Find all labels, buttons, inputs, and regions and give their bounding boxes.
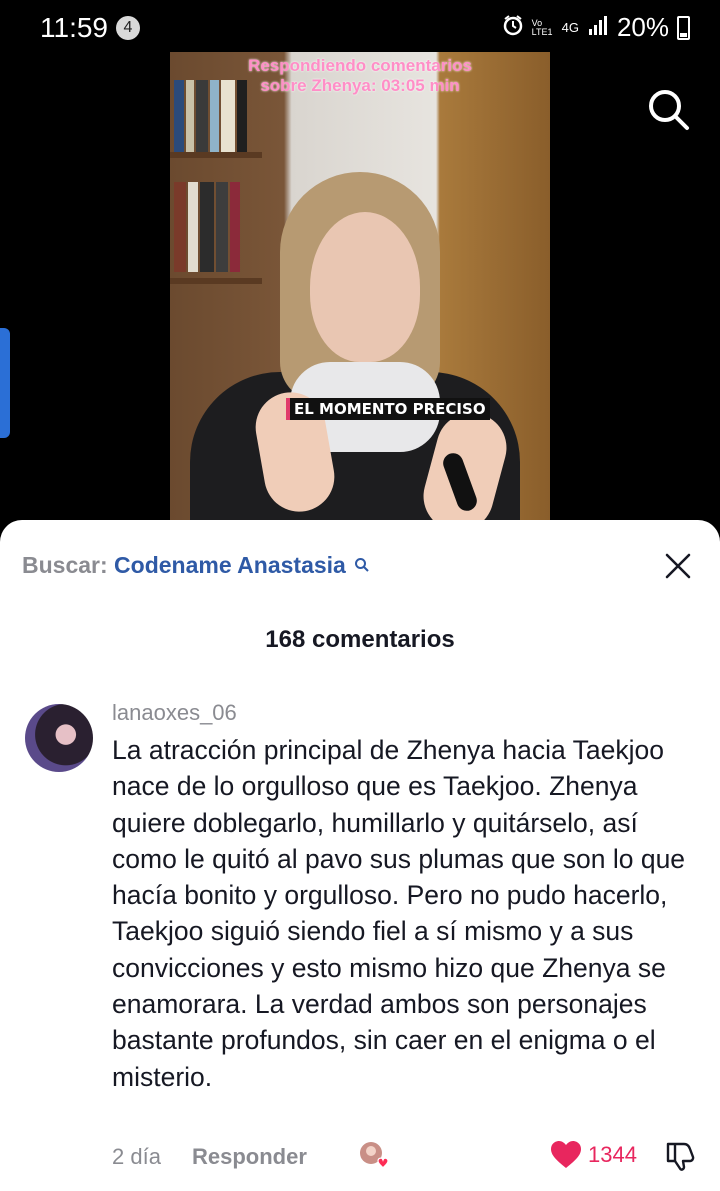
status-icons: Vo LTE1 4G 20% xyxy=(502,12,690,43)
avatar[interactable] xyxy=(25,704,93,772)
search-suggestion[interactable]: Buscar: Codename Anastasia xyxy=(22,552,370,579)
comment-meta: 2 día Responder 1344 xyxy=(112,1140,702,1176)
like-count: 1344 xyxy=(588,1142,637,1167)
status-bar: 11:59 4 Vo LTE1 4G 20% xyxy=(0,0,720,56)
dislike-button[interactable] xyxy=(664,1140,696,1177)
comment-text: La atracción principal de Zhenya hacia T… xyxy=(112,735,686,1092)
video-overlay-label: EL MOMENTO PRECISO xyxy=(286,398,490,420)
close-icon xyxy=(665,553,691,579)
dislike-icon xyxy=(666,1142,695,1171)
like-button[interactable]: 1344 xyxy=(550,1140,637,1170)
search-prefix: Buscar: xyxy=(22,552,108,578)
comment-date: 2 día xyxy=(112,1144,161,1169)
person xyxy=(190,172,520,522)
network-type-icon: 4G xyxy=(561,20,579,35)
video-player[interactable]: Respondiendo comentarios sobre Zhenya: 0… xyxy=(170,52,550,522)
status-time: 11:59 xyxy=(40,12,108,43)
volte-icon: Vo LTE1 xyxy=(531,17,553,37)
comment-username[interactable]: lanaoxes_06 xyxy=(112,700,237,726)
reply-button[interactable]: Responder xyxy=(192,1144,307,1170)
comment-count: 168 comentarios xyxy=(265,626,455,653)
notification-badge: 4 xyxy=(116,16,140,40)
close-button[interactable] xyxy=(664,552,692,580)
search-icon xyxy=(649,90,689,130)
creator-liked-icon xyxy=(358,1140,390,1172)
search-term-link[interactable]: Codename Anastasia xyxy=(114,552,346,578)
signal-icon xyxy=(587,14,609,41)
comments-sheet: Buscar: Codename Anastasia 168 comentari… xyxy=(0,520,720,1191)
search-button[interactable] xyxy=(645,86,691,132)
battery-icon xyxy=(677,15,690,40)
side-tab[interactable] xyxy=(0,328,10,438)
video-caption: Respondiendo comentarios sobre Zhenya: 0… xyxy=(248,56,472,95)
heart-icon xyxy=(551,1141,581,1168)
search-icon xyxy=(354,552,370,579)
battery-percent: 20% xyxy=(616,12,669,42)
alarm-icon xyxy=(502,14,524,41)
